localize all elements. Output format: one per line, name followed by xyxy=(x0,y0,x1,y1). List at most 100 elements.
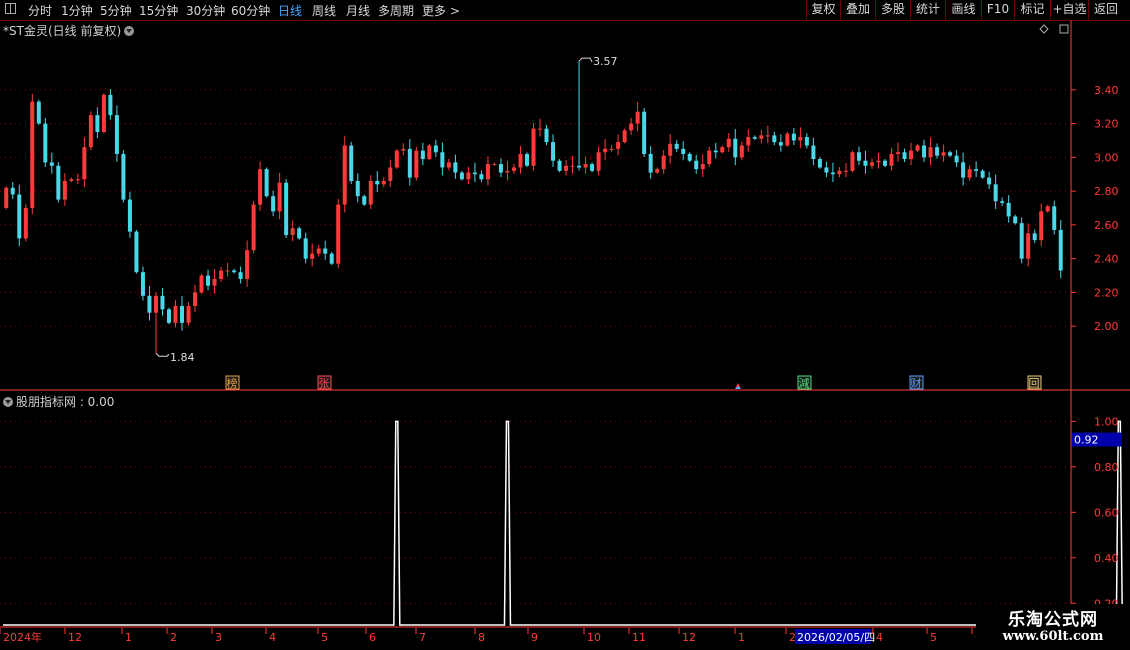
candle-body xyxy=(759,135,764,139)
candle-body xyxy=(62,180,67,200)
candle-body xyxy=(661,155,666,170)
candle-body xyxy=(954,155,959,163)
candle-body xyxy=(498,164,503,173)
candle-body xyxy=(538,128,543,130)
candle-body xyxy=(199,275,204,293)
candle-body xyxy=(511,167,516,171)
date-tick-label-4: 3 xyxy=(215,631,222,644)
candle-body xyxy=(713,150,718,153)
candle-body xyxy=(1052,206,1057,230)
candle-body xyxy=(407,148,412,178)
candle-body xyxy=(186,305,191,323)
candle-body xyxy=(941,152,946,156)
candle-body xyxy=(349,145,354,181)
date-tick-label-7: 6 xyxy=(369,631,376,644)
candle-body xyxy=(225,270,230,272)
candle-body xyxy=(173,305,178,323)
price-grid xyxy=(0,89,1071,327)
candle-body xyxy=(43,123,48,163)
date-tick-label-2: 1 xyxy=(125,631,132,644)
indicator-line xyxy=(3,420,1124,626)
candle-body xyxy=(1006,202,1011,217)
candle-body xyxy=(707,150,712,165)
candle-body xyxy=(889,153,894,166)
candlestick-series xyxy=(4,61,1063,354)
indicator-tick-label-1: 0.80 xyxy=(1094,461,1119,474)
high-price-label: 3.57 xyxy=(593,55,618,68)
candle-body xyxy=(856,152,861,161)
event-marker-label-0: 榜 xyxy=(227,376,238,390)
candle-body xyxy=(1058,229,1063,271)
candle-body xyxy=(381,180,386,185)
candle-body xyxy=(583,164,588,168)
low-price-leader xyxy=(155,352,170,357)
candle-body xyxy=(616,142,621,149)
candle-body xyxy=(817,159,822,168)
candle-body xyxy=(505,170,510,173)
low-price-label: 1.84 xyxy=(170,351,195,364)
candle-body xyxy=(863,160,868,166)
candle-body xyxy=(596,152,601,171)
candle-body xyxy=(310,253,315,259)
date-tick-label-8: 7 xyxy=(419,631,426,644)
event-marker-label-4: 回 xyxy=(1029,377,1040,390)
candle-body xyxy=(440,152,445,168)
candle-body xyxy=(733,138,738,158)
candle-body xyxy=(1000,201,1005,203)
candle-body xyxy=(882,160,887,166)
date-tick-label-12: 11 xyxy=(632,631,646,644)
candle-body xyxy=(896,152,901,154)
candle-body xyxy=(485,164,490,180)
indicator-tick-label-2: 0.60 xyxy=(1094,506,1119,519)
candle-body xyxy=(30,101,35,208)
high-price-leader xyxy=(578,57,593,63)
candle-body xyxy=(193,292,198,306)
event-markers[interactable]: 榜张減财回 xyxy=(225,375,1042,390)
candle-body xyxy=(49,162,54,166)
candle-body xyxy=(69,179,74,181)
candle-body xyxy=(375,180,380,185)
candle-body xyxy=(531,128,536,166)
candle-body xyxy=(1013,216,1018,224)
date-tick-label-14: 1 xyxy=(738,631,745,644)
candle-body xyxy=(674,143,679,149)
date-tick-label-6: 5 xyxy=(321,631,328,644)
date-tick-label-3: 2 xyxy=(170,631,177,644)
candle-body xyxy=(765,135,770,137)
candle-body xyxy=(804,137,809,146)
date-tick-label-9: 8 xyxy=(478,631,485,644)
candle-body xyxy=(1026,233,1031,259)
candle-body xyxy=(75,179,80,181)
candle-body xyxy=(778,142,783,146)
candle-body xyxy=(316,248,321,254)
candle-body xyxy=(271,196,276,212)
candle-body xyxy=(420,150,425,160)
candle-body xyxy=(258,169,263,205)
date-tick-label-17: 4 xyxy=(876,631,883,644)
date-tick-label-13: 12 xyxy=(682,631,696,644)
candle-body xyxy=(394,150,399,168)
candle-body xyxy=(290,228,295,236)
candle-body xyxy=(1039,211,1044,241)
candle-body xyxy=(401,148,406,151)
candle-body xyxy=(17,194,22,239)
price-tick-label-6: 2.20 xyxy=(1094,286,1119,299)
date-tick-label-1: 12 xyxy=(68,631,82,644)
diamond-icon[interactable] xyxy=(1039,24,1049,34)
date-tick-label-10: 9 xyxy=(531,631,538,644)
candle-body xyxy=(570,165,575,167)
candle-body xyxy=(843,170,848,172)
chart-area[interactable]: 3.40 3.20 3.00 2.80 2.60 2.40 2.20 2.00 3.57 1.8… xyxy=(0,0,1130,650)
chart-frame xyxy=(0,20,1130,650)
panel-toggle-icon[interactable] xyxy=(1059,24,1069,34)
candle-body xyxy=(23,208,28,239)
candle-body xyxy=(277,182,282,212)
candle-body xyxy=(752,137,757,139)
price-tick-label-3: 2.80 xyxy=(1094,185,1119,198)
candle-body xyxy=(791,133,796,141)
candle-body xyxy=(4,187,9,208)
candle-body xyxy=(648,153,653,173)
candle-body xyxy=(909,150,914,160)
date-axis: 2024年12123456789101112122026/02/05/四456 xyxy=(0,628,982,644)
candle-body xyxy=(609,148,614,150)
